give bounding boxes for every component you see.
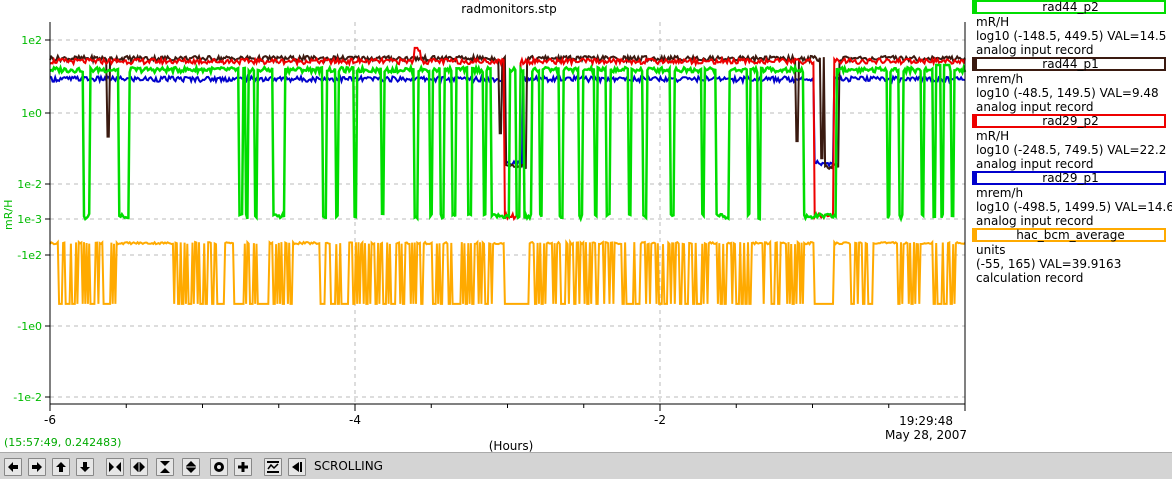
legend-units: mR/H [976, 129, 1010, 143]
pan-down-icon [80, 462, 90, 472]
legend-units: mrem/h [976, 72, 1024, 86]
legend-scale: log10 (-148.5, 449.5) VAL=14.5 [976, 29, 1167, 43]
legend-type: analog input record [976, 100, 1094, 114]
legend-type: analog input record [976, 43, 1094, 57]
series-line-rad29_p1 [49, 73, 966, 169]
config-icon [214, 462, 224, 472]
x-tick-label: -6 [44, 413, 56, 427]
legend-name[interactable]: rad44_p1 [972, 57, 1166, 71]
zoom-in-y-icon [160, 461, 170, 473]
legend-panel: rad44_p2 mR/H log10 (-148.5, 449.5) VAL=14… [972, 0, 1172, 452]
pan-right-icon [32, 462, 42, 472]
cursor-readout: (15:57:49, 0.242483) [4, 436, 121, 449]
end-time-label: 19:29:48 [899, 414, 953, 428]
legend-type: calculation record [976, 271, 1084, 285]
pan-right-button[interactable] [28, 458, 46, 476]
legend-units: mrem/h [976, 186, 1024, 200]
zoom-out-x-icon [133, 462, 145, 472]
pan-down-button[interactable] [76, 458, 94, 476]
y-tick-label: 1e-2 [17, 178, 42, 191]
legend-scale: log10 (-248.5, 749.5) VAL=22.2 [976, 143, 1167, 157]
pan-left-icon [8, 462, 18, 472]
series-line-hac_bcm_average [49, 238, 966, 305]
back-button[interactable] [288, 458, 306, 476]
end-date-label: May 28, 2007 [885, 428, 967, 442]
zoom-out-y-button[interactable] [182, 458, 200, 476]
legend-scale: log10 (-498.5, 1499.5) VAL=14.6 [976, 200, 1172, 214]
y-tick-label: 1e0 [21, 107, 42, 120]
x-tick-label: -2 [654, 413, 666, 427]
series-line-rad44_p2 [49, 62, 967, 223]
config-button[interactable] [210, 458, 228, 476]
pan-up-icon [56, 462, 66, 472]
chart-area[interactable]: radmonitors.stp mR/H 1e2 1e0 1e-2 1e-3 -1e2 -… [0, 0, 972, 452]
zoom-in-x-button[interactable] [106, 458, 124, 476]
legend-name[interactable]: rad44_p2 [972, 0, 1166, 14]
back-icon [292, 462, 302, 472]
auto-scale-button[interactable] [264, 458, 282, 476]
legend-type: analog input record [976, 214, 1094, 228]
toolbar: SCROLLING [0, 452, 1172, 479]
add-icon [238, 462, 248, 472]
pan-left-button[interactable] [4, 458, 22, 476]
auto-scale-icon [267, 461, 279, 473]
legend-entry[interactable]: rad29_p1 mrem/h log10 (-498.5, 1499.5) VAL… [972, 171, 1172, 228]
legend-entry[interactable]: rad44_p1 mrem/h log10 (-48.5, 149.5) VAL=9… [972, 57, 1172, 114]
scrolling-status: SCROLLING [314, 459, 383, 473]
legend-scale: log10 (-48.5, 149.5) VAL=9.48 [976, 86, 1159, 100]
legend-units: mR/H [976, 15, 1010, 29]
series-line-rad44_p1 [49, 52, 966, 171]
legend-name[interactable]: hac_bcm_average [972, 228, 1166, 242]
zoom-in-x-icon [109, 462, 121, 472]
legend-entry[interactable]: rad44_p2 mR/H log10 (-148.5, 449.5) VAL=14… [972, 0, 1172, 57]
add-button[interactable] [234, 458, 252, 476]
legend-name[interactable]: rad29_p2 [972, 114, 1166, 128]
y-tick-label: -1e-2 [13, 391, 42, 404]
legend-entry[interactable]: hac_bcm_average units (-55, 165) VAL=39.91… [972, 228, 1172, 285]
legend-scale: (-55, 165) VAL=39.9163 [976, 257, 1122, 271]
series-line-rad29_p2 [49, 46, 966, 222]
legend-type: analog input record [976, 157, 1094, 171]
legend-units: units [976, 243, 1006, 257]
zoom-in-y-button[interactable] [156, 458, 174, 476]
legend-entry[interactable]: rad29_p2 mR/H log10 (-248.5, 749.5) VAL=22… [972, 114, 1172, 171]
legend-name[interactable]: rad29_p1 [972, 171, 1166, 185]
zoom-out-x-button[interactable] [130, 458, 148, 476]
zoom-out-y-icon [186, 461, 196, 473]
y-tick-label: 1e-3 [17, 213, 42, 226]
x-tick-label: -4 [349, 413, 361, 427]
x-axis-label: (Hours) [489, 439, 534, 452]
pan-up-button[interactable] [52, 458, 70, 476]
chart-title: radmonitors.stp [461, 2, 557, 16]
y-tick-label: -1e2 [17, 249, 42, 262]
y-tick-label: 1e2 [21, 34, 42, 47]
y-axis-label: mR/H [2, 200, 15, 230]
y-tick-label: -1e0 [17, 320, 42, 333]
